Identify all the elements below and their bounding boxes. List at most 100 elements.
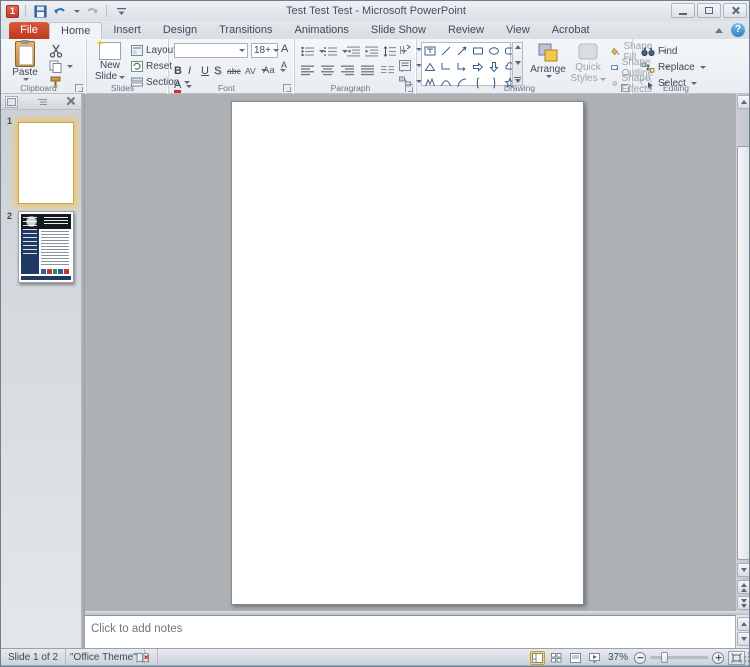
reading-view-button[interactable] [568,651,583,665]
justify-button[interactable] [361,63,374,78]
previous-slide-button[interactable] [737,580,749,594]
close-icon [731,6,740,15]
notes-scrollbar[interactable] [735,615,749,648]
notes-scroll-down-button[interactable] [737,632,749,646]
font-size-combo[interactable]: 18+ [251,43,279,58]
quick-styles-button[interactable]: Quick Styles [569,42,607,84]
slide-indicator[interactable]: Slide 1 of 2 [1,649,67,666]
tab-review[interactable]: Review [437,22,495,39]
elbow-arrow-connector-icon[interactable] [454,59,470,75]
text-box-shape-icon[interactable] [422,43,438,59]
down-arrow-shape-icon[interactable] [486,59,502,75]
triangle-shape-icon[interactable] [422,59,438,75]
gallery-scroll-up-icon[interactable] [514,45,521,49]
shapes-gallery-scrollbar[interactable] [512,42,523,86]
arrow-shape-icon[interactable] [454,43,470,59]
close-panel-icon[interactable] [66,96,76,106]
new-slide-button[interactable]: New Slide [91,42,129,82]
tab-file[interactable]: File [9,22,49,39]
vertical-scrollbar[interactable] [735,94,749,611]
close-button[interactable] [723,3,747,18]
spellcheck-status[interactable] [129,649,158,666]
tab-home[interactable]: Home [49,22,103,39]
decrease-indent-button[interactable] [347,44,360,59]
find-button[interactable]: Find [641,44,677,59]
slide-show-view-button[interactable] [587,651,602,665]
reading-view-icon [569,652,581,663]
decrease-indent-icon [347,46,360,57]
clipboard-dialog-launcher-icon[interactable] [75,84,83,92]
slide-editing-canvas[interactable] [231,101,584,605]
align-right-button[interactable] [341,63,354,78]
slides-tab-icon[interactable] [5,95,18,108]
resize-grip[interactable] [738,652,749,664]
font-name-combo[interactable] [174,43,248,58]
numbering-button[interactable] [324,44,348,59]
notes-scroll-up-button[interactable] [737,617,749,631]
zoom-slider[interactable] [650,652,708,663]
slide-2-thumbnail[interactable] [18,211,74,283]
slide-sorter-view-button[interactable] [549,651,564,665]
underline-button[interactable]: U [201,63,211,78]
zoom-slider-thumb[interactable] [661,652,668,663]
shapes-gallery[interactable] [421,42,516,89]
scroll-up-icon [741,100,747,104]
tab-animations[interactable]: Animations [284,22,360,39]
strikethrough-button[interactable]: abc [227,63,241,78]
scroll-down-button[interactable] [737,563,749,577]
line-shape-icon[interactable] [438,43,454,59]
help-icon[interactable]: ? [731,23,745,37]
elbow-connector-icon[interactable] [438,59,454,75]
italic-button[interactable]: I [188,63,198,78]
arrange-button[interactable]: Arrange [529,42,567,78]
rectangle-shape-icon[interactable] [470,43,486,59]
normal-view-button[interactable] [529,650,545,665]
next-slide-icon [741,598,747,603]
zoom-level[interactable]: 37% [608,652,628,663]
slide-1-thumbnail[interactable] [18,122,74,204]
drawing-dialog-launcher-icon[interactable] [621,84,629,92]
bullets-button[interactable] [301,44,325,59]
next-slide-button[interactable] [737,596,749,610]
zoom-in-button[interactable] [712,651,724,664]
paragraph-dialog-launcher-icon[interactable] [405,84,413,92]
shrink-font-button[interactable]: A [281,57,287,72]
right-arrow-shape-icon[interactable] [470,59,486,75]
scroll-up-button[interactable] [737,95,749,109]
notes-placeholder[interactable]: Click to add notes [91,623,182,635]
group-clipboard: Paste Clipboard [1,39,87,94]
font-dialog-launcher-icon[interactable] [283,84,291,92]
tab-insert[interactable]: Insert [102,22,152,39]
outline-tab-icon[interactable] [36,96,49,108]
text-shadow-button[interactable]: S [214,63,224,78]
copy-button[interactable] [49,59,73,74]
cut-button[interactable] [49,43,63,58]
grow-font-button[interactable]: A [281,41,288,56]
scrollbar-thumb[interactable] [737,146,749,560]
bold-button[interactable]: B [174,63,184,78]
minimize-button[interactable] [671,3,695,18]
group-label-drawing: Drawing [503,83,536,93]
tab-transitions[interactable]: Transitions [208,22,283,39]
tab-design[interactable]: Design [152,22,208,39]
tab-acrobat[interactable]: Acrobat [541,22,601,39]
group-editing: Find Replace Select Editing [633,39,719,94]
notes-pane[interactable]: Click to add notes [85,615,735,648]
reset-button[interactable]: Reset [131,59,172,74]
replace-button[interactable]: Replace [641,60,706,75]
tab-view[interactable]: View [495,22,541,39]
previous-slide-icon [741,582,747,587]
minimize-ribbon-icon[interactable] [715,27,723,33]
restore-button[interactable] [697,3,721,18]
increase-indent-button[interactable] [365,44,378,59]
align-left-button[interactable] [301,63,314,78]
poster-sidebar-text-lines [23,217,37,255]
align-center-button[interactable] [321,63,334,78]
tab-slide-show[interactable]: Slide Show [360,22,437,39]
group-paragraph: Paragraph [295,39,422,94]
oval-shape-icon[interactable] [486,43,502,59]
gallery-scroll-down-icon[interactable] [514,60,521,65]
paste-button[interactable]: Paste [7,40,43,81]
zoom-out-button[interactable] [634,651,646,664]
shape-outline-icon [611,65,619,70]
